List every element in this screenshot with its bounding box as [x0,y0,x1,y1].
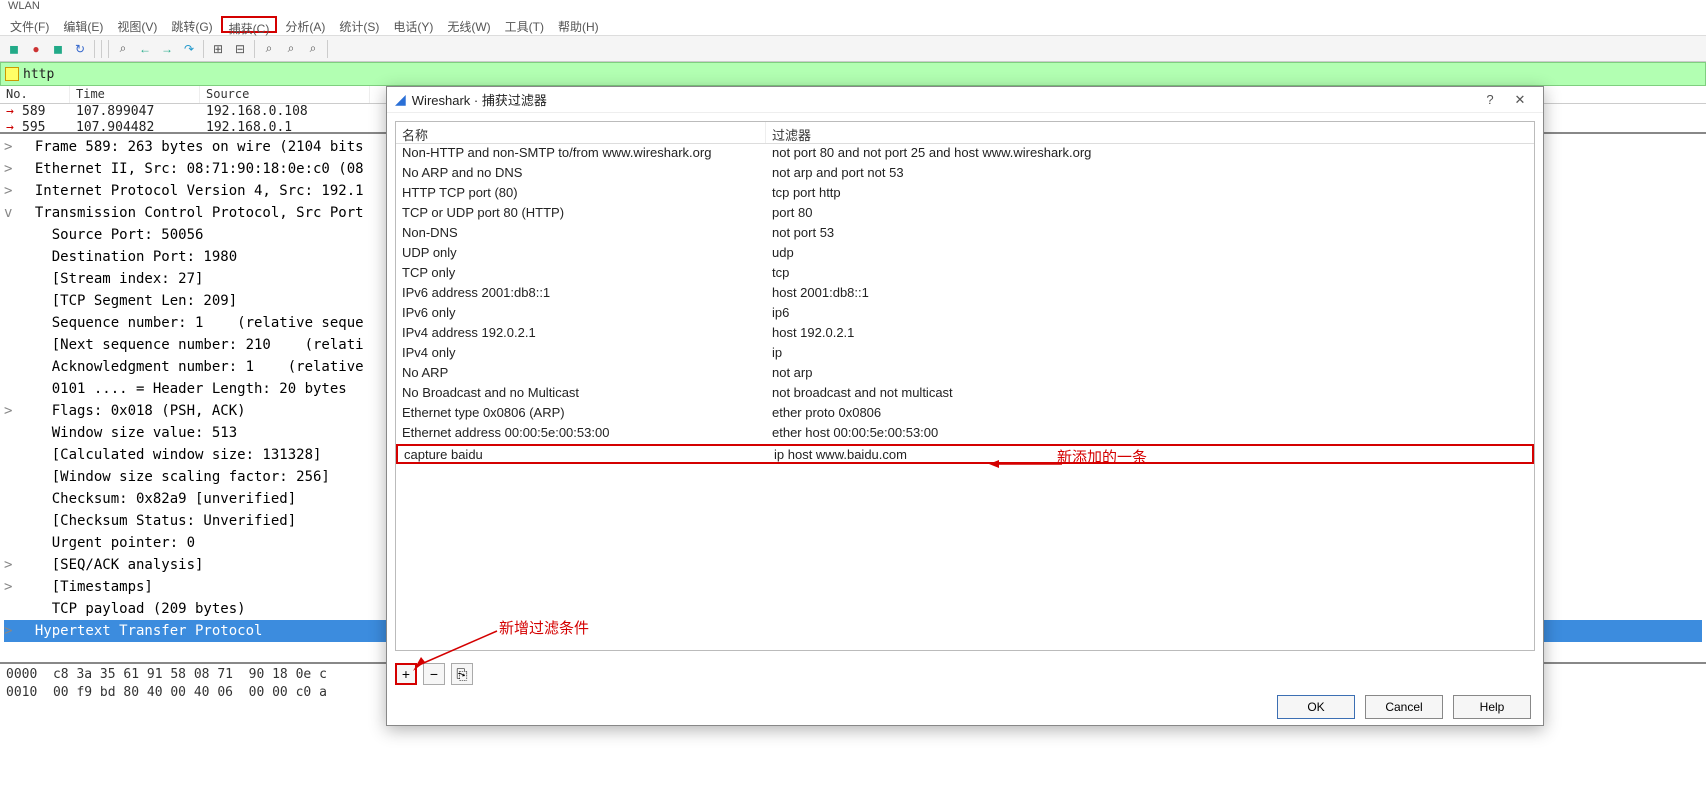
filter-list-header: 名称 过滤器 [396,122,1534,144]
separator [203,40,204,58]
close-icon[interactable]: ✕ [1505,92,1535,108]
filter-row[interactable]: UDP onlyudp [396,244,1534,264]
filter-row[interactable]: Ethernet type 0x0806 (ARP)ether proto 0x… [396,404,1534,424]
menu-item[interactable]: 捕获(C) [221,16,278,33]
remove-filter-button[interactable]: − [423,663,445,685]
col-filter[interactable]: 过滤器 [766,122,1534,143]
separator [101,40,102,58]
menu-item[interactable]: 跳转(G) [165,16,218,33]
separator [94,40,95,58]
col-name[interactable]: 名称 [396,122,766,143]
titlebar: WLAN [0,0,1706,14]
filter-row[interactable]: No Broadcast and no Multicastnot broadca… [396,384,1534,404]
toolbar-button[interactable]: ⌕ [303,39,323,59]
toolbar-button[interactable]: ⊟ [230,39,250,59]
filter-row[interactable]: Non-DNSnot port 53 [396,224,1534,244]
menu-item[interactable]: 分析(A) [279,16,331,33]
filter-row[interactable]: capture baiduip host www.baidu.com [396,444,1534,464]
toolbar-button[interactable]: ⌕ [113,39,133,59]
display-filter-input[interactable] [23,67,1701,82]
toolbar: ◼●◼↻⌕←→↷⊞⊟⌕⌕⌕ [0,36,1706,62]
toolbar-button[interactable]: ● [26,39,46,59]
filter-row[interactable]: IPv6 address 2001:db8::1host 2001:db8::1 [396,284,1534,304]
toolbar-button[interactable]: ↻ [70,39,90,59]
menu-item[interactable]: 帮助(H) [552,16,605,33]
cancel-button[interactable]: Cancel [1365,695,1443,719]
filter-row[interactable]: IPv6 onlyip6 [396,304,1534,324]
menu-item[interactable]: 工具(T) [499,16,550,33]
filter-row[interactable]: No ARP and no DNSnot arp and port not 53 [396,164,1534,184]
ok-button[interactable]: OK [1277,695,1355,719]
menu-item[interactable]: 视图(V) [111,16,163,33]
add-filter-button[interactable]: + [395,663,417,685]
toolbar-button[interactable]: ◼ [48,39,68,59]
filter-row[interactable]: IPv4 address 192.0.2.1host 192.0.2.1 [396,324,1534,344]
toolbar-button[interactable]: ⌕ [281,39,301,59]
help-icon[interactable]: ? [1475,92,1505,107]
toolbar-button[interactable]: ↷ [179,39,199,59]
menubar: 文件(F)编辑(E)视图(V)跳转(G)捕获(C)分析(A)统计(S)电话(Y)… [0,14,1706,36]
separator [254,40,255,58]
separator [108,40,109,58]
filter-row[interactable]: TCP onlytcp [396,264,1534,284]
menu-item[interactable]: 文件(F) [4,16,55,33]
dialog-titlebar: ◢ Wireshark · 捕获过滤器 ? ✕ [387,87,1543,113]
toolbar-button[interactable]: → [157,39,177,59]
help-button[interactable]: Help [1453,695,1531,719]
dialog-title: Wireshark · 捕获过滤器 [412,90,1475,109]
filter-bar [0,62,1706,86]
dialog-toolbar: + − ⎘ [387,659,1543,689]
capture-filters-dialog: ◢ Wireshark · 捕获过滤器 ? ✕ 名称 过滤器 Non-HTTP … [386,86,1544,726]
copy-filter-button[interactable]: ⎘ [451,663,473,685]
filter-row[interactable]: Non-HTTP and non-SMTP to/from www.wiresh… [396,144,1534,164]
toolbar-button[interactable]: ← [135,39,155,59]
toolbar-button[interactable]: ⌕ [259,39,279,59]
toolbar-button[interactable]: ◼ [4,39,24,59]
menu-item[interactable]: 统计(S) [333,16,385,33]
filter-row[interactable]: IPv4 onlyip [396,344,1534,364]
bookmark-icon[interactable] [5,67,19,81]
filter-row[interactable]: TCP or UDP port 80 (HTTP)port 80 [396,204,1534,224]
col-time[interactable]: Time [70,86,200,103]
wireshark-fin-icon: ◢ [395,91,406,108]
menu-item[interactable]: 电话(Y) [387,16,439,33]
separator [327,40,328,58]
dialog-footer: OK Cancel Help [387,689,1543,725]
menu-item[interactable]: 无线(W) [441,16,496,33]
menu-item[interactable]: 编辑(E) [57,16,109,33]
filter-row[interactable]: No ARPnot arp [396,364,1534,384]
filter-row[interactable]: Ethernet address 00:00:5e:00:53:00ether … [396,424,1534,444]
col-no[interactable]: No. [0,86,70,103]
filter-row[interactable]: HTTP TCP port (80)tcp port http [396,184,1534,204]
toolbar-button[interactable]: ⊞ [208,39,228,59]
filter-list: 名称 过滤器 Non-HTTP and non-SMTP to/from www… [395,121,1535,651]
col-source[interactable]: Source [200,86,370,103]
